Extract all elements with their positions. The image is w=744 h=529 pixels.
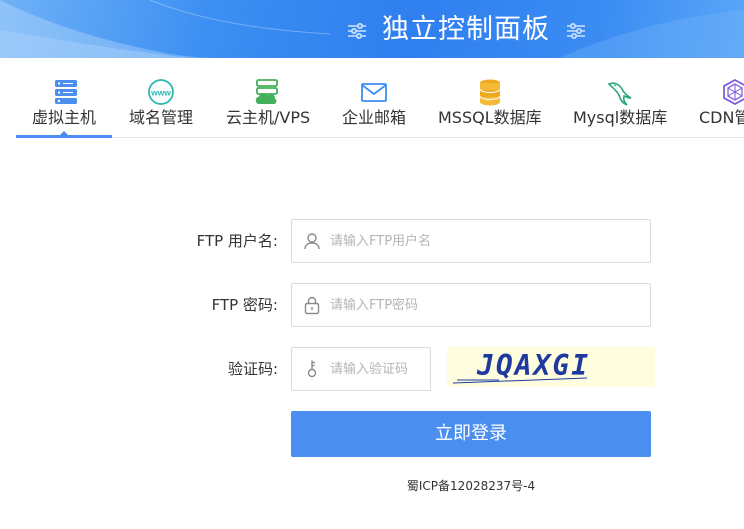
cdn-network-icon <box>723 79 744 105</box>
server-stack-icon <box>55 80 77 104</box>
lock-icon <box>304 296 320 315</box>
user-icon <box>304 233 320 250</box>
header-wave-decoration <box>0 0 744 58</box>
key-icon <box>307 360 317 378</box>
active-tab-indicator <box>16 135 112 138</box>
tab-label: 云主机/VPS <box>226 108 311 127</box>
captcha-image[interactable]: JQAXGI <box>447 347 655 387</box>
tab-cdn[interactable]: CDN管 <box>692 58 744 138</box>
tab-label: CDN管 <box>699 108 744 127</box>
username-field[interactable] <box>291 219 651 263</box>
tab-label: MSSQL数据库 <box>438 108 542 127</box>
icp-footer: 蜀ICP备12028237号-4 <box>406 479 536 493</box>
sliders-icon <box>348 22 366 40</box>
svg-text:www: www <box>150 88 171 98</box>
tab-label: 虚拟主机 <box>32 108 97 127</box>
tab-domain[interactable]: www 域名管理 <box>120 58 208 138</box>
tab-mysql[interactable]: Mysql数据库 <box>566 58 676 138</box>
cloud-server-icon <box>255 79 278 104</box>
tab-label: 企业邮箱 <box>342 108 407 127</box>
active-tab-caret <box>60 131 68 135</box>
service-tabs: 虚拟主机 www 域名管理 云主机/VPS 企业邮箱 MSSQL数据库 Mysq… <box>0 58 744 140</box>
password-input[interactable] <box>330 284 640 326</box>
captcha-field[interactable] <box>291 347 431 391</box>
tab-cloud-vps[interactable]: 云主机/VPS <box>218 58 318 138</box>
page-title: 独立控制面板 <box>382 14 550 45</box>
tab-label: 域名管理 <box>129 108 194 127</box>
tab-enterprise-mail[interactable]: 企业邮箱 <box>330 58 418 138</box>
captcha-input[interactable] <box>330 348 428 390</box>
sliders-icon <box>567 22 585 40</box>
tabs-divider <box>16 137 744 138</box>
username-label: FTP 用户名: <box>196 232 278 250</box>
tab-label: Mysql数据库 <box>573 108 668 127</box>
password-field[interactable] <box>291 283 651 327</box>
captcha-label: 验证码: <box>227 360 278 378</box>
login-button[interactable]: 立即登录 <box>291 411 651 457</box>
tab-virtual-host[interactable]: 虚拟主机 <box>16 58 112 138</box>
username-input[interactable] <box>330 220 640 262</box>
envelope-icon <box>361 83 387 102</box>
tab-mssql[interactable]: MSSQL数据库 <box>432 58 548 138</box>
mysql-dolphin-icon <box>607 82 632 106</box>
www-globe-icon: www <box>148 79 174 105</box>
database-icon <box>479 79 501 106</box>
captcha-text: JQAXGI <box>477 349 591 382</box>
header-banner: 独立控制面板 <box>0 0 744 58</box>
password-label: FTP 密码: <box>211 296 278 314</box>
